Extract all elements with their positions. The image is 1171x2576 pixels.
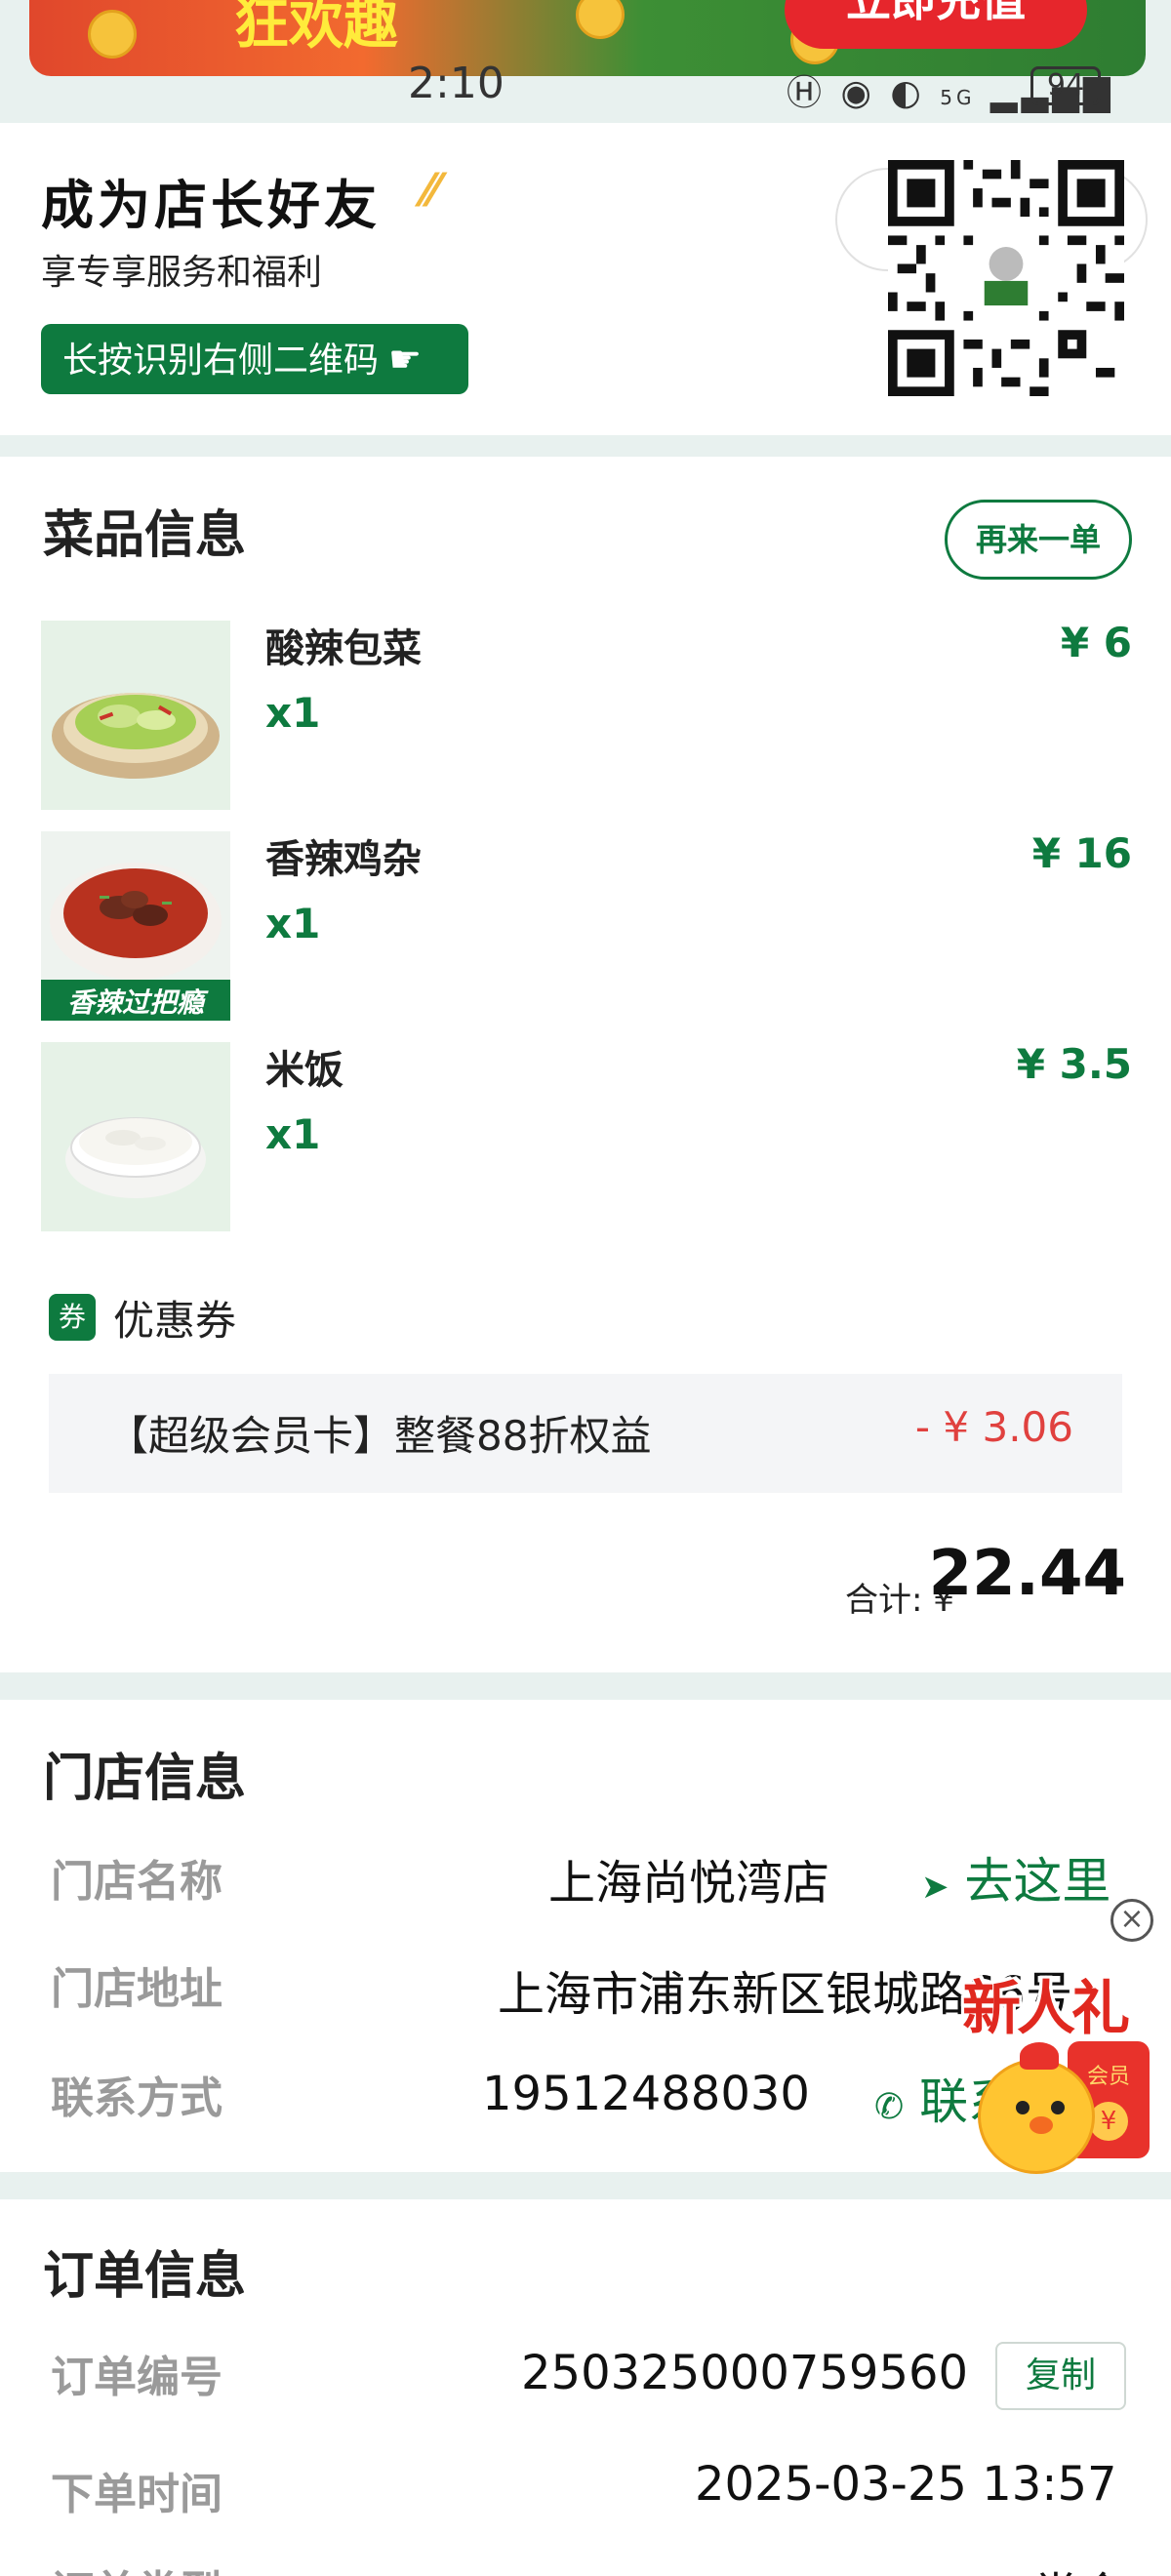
dish-price: ¥ 3.5 bbox=[1016, 1040, 1132, 1088]
coupon-row: 【超级会员卡】整餐88折权益 - ¥ 3.06 bbox=[49, 1374, 1122, 1493]
navigate-label: 去这里 bbox=[964, 1853, 1111, 1910]
coupon-icon: 券 bbox=[49, 1294, 96, 1341]
order-type: 堂食 bbox=[1032, 2556, 1126, 2576]
order-section-title: 订单信息 bbox=[43, 2247, 247, 2306]
order-time-label: 下单时间 bbox=[51, 2470, 222, 2519]
coupon-label: 优惠券 bbox=[113, 1297, 237, 1345]
coin-decoration bbox=[576, 0, 625, 39]
dish-image-chicken-giblets[interactable]: 香辣过把瘾 bbox=[41, 831, 230, 1021]
dish-image-cabbage[interactable] bbox=[41, 621, 230, 810]
navigate-link[interactable]: ➤ 去这里 bbox=[921, 1842, 1110, 1912]
store-name: 上海尚悦湾店 bbox=[548, 1856, 830, 1911]
order-time: 2025-03-25 13:57 bbox=[695, 2457, 1117, 2512]
dnd-icon: ◐ bbox=[890, 73, 925, 113]
dish-tag: 香辣过把瘾 bbox=[66, 986, 204, 1019]
friend-card-title: 成为店长好友 bbox=[41, 175, 381, 236]
coupon-amount: - ¥ 3.06 bbox=[914, 1403, 1073, 1451]
dish-quantity: x1 bbox=[265, 1110, 321, 1158]
qr-code[interactable] bbox=[888, 160, 1124, 396]
order-type-label: 订单类型 bbox=[51, 2556, 222, 2576]
new-user-gift-label: 新人礼 bbox=[962, 1975, 1130, 2043]
dishes-section-title: 菜品信息 bbox=[43, 506, 247, 565]
scan-qr-button[interactable]: 长按识别右侧二维码 ☛ bbox=[41, 324, 468, 394]
chick-mascot-icon bbox=[978, 2042, 1095, 2174]
pointing-hand-icon: ☛ bbox=[388, 338, 423, 381]
friend-card-subtitle: 享专享服务和福利 bbox=[41, 253, 323, 293]
battery-icon: 94 bbox=[1030, 66, 1101, 105]
coupon-name: 【超级会员卡】整餐88折权益 bbox=[107, 1412, 652, 1460]
store-section-title: 门店信息 bbox=[43, 1750, 247, 1808]
copy-button[interactable]: 复制 bbox=[995, 2342, 1126, 2410]
new-user-gift-widget[interactable]: 会员 ¥ 新人礼 bbox=[958, 1961, 1171, 2186]
scan-qr-button-label: 长按识别右侧二维码 bbox=[62, 341, 380, 381]
network-label: 5G bbox=[940, 86, 976, 109]
eye-icon: ◉ bbox=[840, 73, 875, 113]
contact-label: 联系方式 bbox=[51, 2073, 222, 2123]
total-amount: 22.44 bbox=[928, 1538, 1126, 1610]
dish-image-rice[interactable] bbox=[41, 1042, 230, 1231]
dish-name: 米饭 bbox=[265, 1048, 343, 1093]
status-bar: 2:10 Ⓗ ◉ ◐ 5G ▂▃▅▇ 94 bbox=[0, 59, 1171, 117]
order-number-label: 订单编号 bbox=[51, 2353, 222, 2402]
close-icon[interactable]: × bbox=[1110, 1899, 1153, 1942]
dish-price: ¥ 6 bbox=[1060, 619, 1132, 666]
dish-price: ¥ 16 bbox=[1031, 829, 1132, 877]
dish-quantity: x1 bbox=[265, 689, 321, 737]
store-address-label: 门店地址 bbox=[51, 1964, 222, 2014]
reorder-button[interactable]: 再来一单 bbox=[945, 500, 1132, 580]
store-name-label: 门店名称 bbox=[51, 1857, 222, 1907]
sparkle-icon: ⁄⁄ bbox=[424, 164, 439, 217]
store-phone: 19512488030 bbox=[482, 2067, 810, 2121]
dish-name: 酸辣包菜 bbox=[265, 626, 422, 671]
coin-decoration bbox=[88, 10, 137, 59]
dish-quantity: x1 bbox=[265, 900, 321, 947]
recharge-button[interactable]: 立即充值 bbox=[785, 0, 1087, 49]
navigate-arrow-icon: ➤ bbox=[921, 1868, 949, 1907]
order-number: 250325000759560 bbox=[521, 2346, 969, 2400]
dish-name: 香辣鸡杂 bbox=[265, 837, 422, 882]
order-detail-page: 狂欢趣 立即充值 2:10 Ⓗ ◉ ◐ 5G ▂▃▅▇ 94 成为店长好友 ⁄⁄… bbox=[0, 0, 1171, 2576]
coin-icon: ¥ bbox=[1089, 2102, 1128, 2141]
hd-icon: Ⓗ bbox=[787, 73, 827, 113]
clock: 2:10 bbox=[408, 59, 505, 108]
banner-headline: 狂欢趣 bbox=[234, 0, 398, 57]
phone-icon: ✆ bbox=[874, 2087, 905, 2127]
